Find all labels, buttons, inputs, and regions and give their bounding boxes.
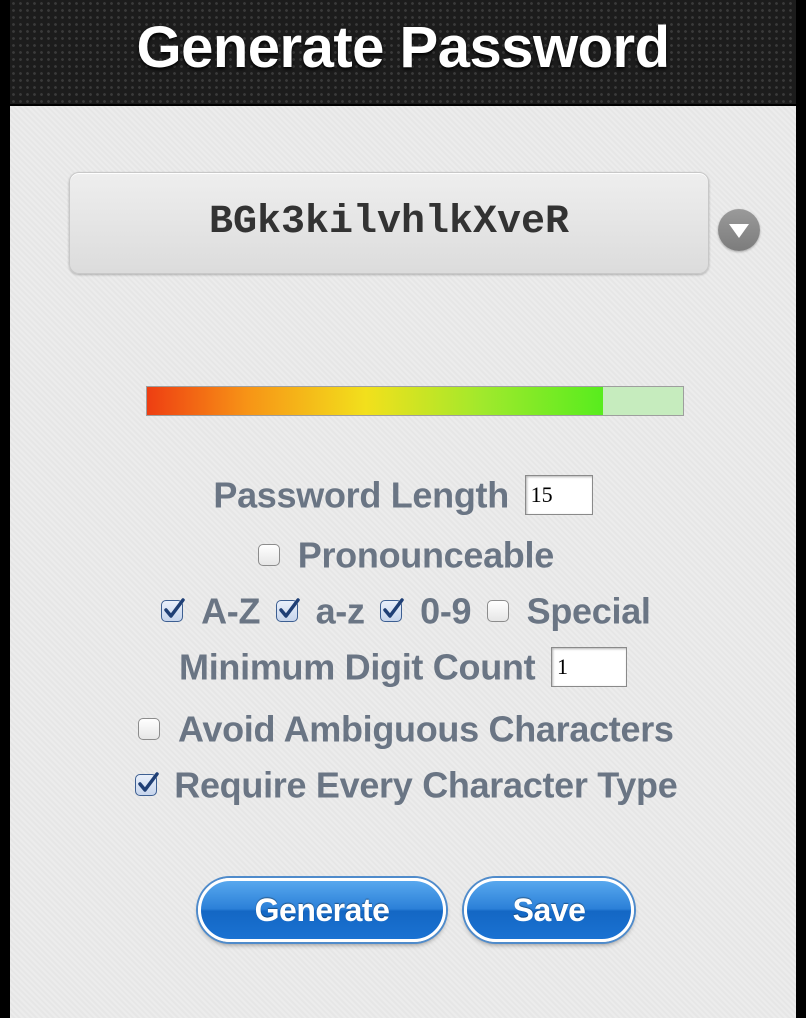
strength-meter	[146, 386, 684, 416]
uppercase-checkbox[interactable]	[161, 598, 186, 623]
avoid-ambiguous-label: Avoid Ambiguous Characters	[178, 708, 674, 750]
generator-panel: BGk3kilvhlkXveR Password Length 15 Prono…	[10, 106, 796, 1018]
avoid-ambiguous-row: Avoid Ambiguous Characters	[10, 706, 796, 750]
strength-meter-fill	[147, 387, 603, 415]
require-every-label: Require Every Character Type	[174, 764, 678, 806]
password-length-input[interactable]: 15	[524, 475, 593, 516]
min-digit-input[interactable]: 1	[550, 647, 627, 688]
checkmark-icon	[137, 772, 159, 793]
lowercase-checkbox[interactable]	[275, 598, 300, 623]
checkmark-icon	[383, 598, 405, 619]
min-digit-row: Minimum Digit Count 1	[10, 644, 796, 688]
min-digit-label: Minimum Digit Count	[179, 646, 536, 688]
avoid-ambiguous-checkbox[interactable]	[138, 718, 161, 741]
password-length-label: Password Length	[213, 474, 509, 516]
require-every-checkbox[interactable]	[134, 772, 159, 797]
pronounceable-label: Pronounceable	[297, 534, 554, 576]
chevron-down-icon[interactable]	[718, 209, 760, 251]
digits-label: 0-9	[420, 590, 472, 632]
page-title: Generate Password	[136, 15, 670, 80]
special-checkbox[interactable]	[486, 600, 509, 623]
checkmark-icon	[164, 598, 186, 619]
pronounceable-checkbox[interactable]	[258, 544, 281, 567]
save-button[interactable]: Save	[464, 878, 634, 942]
generated-password[interactable]: BGk3kilvhlkXveR	[209, 200, 569, 245]
require-every-row: Require Every Character Type	[10, 762, 796, 806]
password-length-row: Password Length 15	[10, 472, 796, 516]
digits-checkbox[interactable]	[380, 598, 405, 623]
generate-button[interactable]: Generate	[198, 878, 446, 942]
password-display[interactable]: BGk3kilvhlkXveR	[69, 172, 709, 274]
title-bar: Generate Password	[10, 0, 796, 106]
lowercase-label: a-z	[315, 590, 365, 632]
pronounceable-row: Pronounceable	[10, 532, 796, 576]
special-label: Special	[526, 590, 651, 632]
uppercase-label: A-Z	[201, 590, 261, 632]
charset-row: A-Z a-z 0-9 Special	[10, 588, 796, 632]
checkmark-icon	[279, 598, 300, 619]
